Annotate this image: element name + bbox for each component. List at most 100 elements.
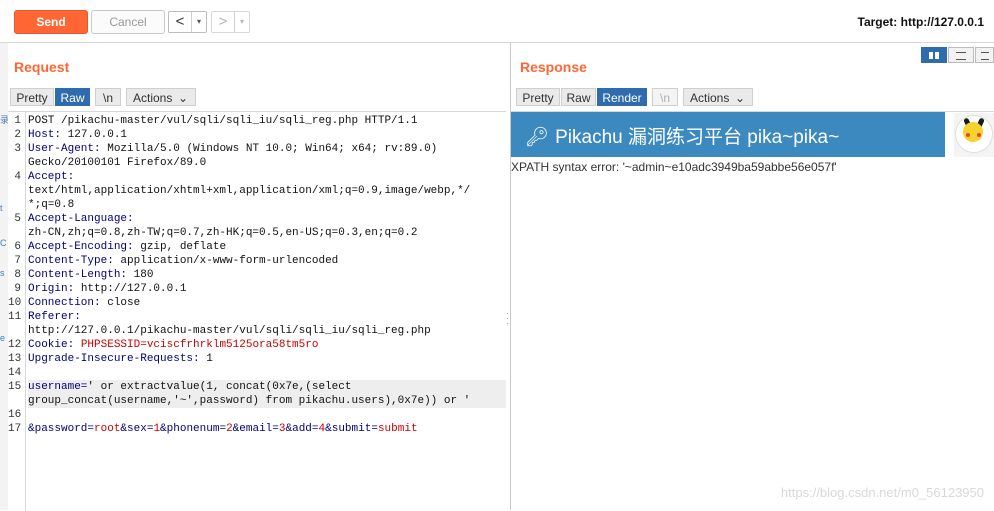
header-key: Origin:	[28, 283, 75, 295]
header-key: Connection:	[28, 297, 101, 309]
back-arrow-icon[interactable]: <	[169, 12, 191, 32]
code-line: &password=root&sex=1&phonenum=2&email=3&…	[28, 422, 506, 436]
line-number	[8, 226, 21, 240]
drag-handle-icon[interactable]: · · ·	[506, 310, 510, 328]
split-horizontal-glyph	[929, 52, 939, 59]
strip-glyph: e	[0, 333, 6, 343]
line-number: 12	[8, 339, 22, 351]
header-key: Referer:	[28, 311, 81, 323]
header-value: text/html,application/xhtml+xml,applicat…	[28, 185, 471, 197]
code-line: Cookie: PHPSESSID=vciscfrhrklm5125ora58t…	[28, 338, 506, 352]
request-actions-menu[interactable]: Actions ⌄	[126, 88, 196, 106]
code-line: group_concat(username,'~',password) from…	[28, 394, 506, 408]
response-actions-label: Actions	[690, 91, 730, 105]
line-number: 17	[8, 423, 22, 435]
header-value: Mozilla/5.0 (Windows NT 10.0; Win64; x64…	[100, 143, 438, 155]
request-tab-raw[interactable]: Raw	[55, 88, 90, 106]
request-tab-newline[interactable]: \n	[95, 88, 121, 106]
line-number: 16	[8, 409, 22, 421]
code-line: Accept-Language:	[28, 212, 506, 226]
header-value: http://127.0.0.1/pikachu-master/vul/sqli…	[28, 325, 431, 337]
param-value: submit	[377, 423, 418, 435]
strip-glyph: t	[0, 203, 3, 213]
back-history-group[interactable]: < ▾	[168, 11, 207, 33]
strip-glyph: C	[0, 238, 7, 248]
param-value: root	[94, 423, 121, 435]
header-value: 180	[127, 269, 154, 281]
line-number: 15	[8, 381, 22, 393]
code-line: Content-Type: application/x-www-form-url…	[28, 254, 506, 268]
line-number: 10	[8, 297, 22, 309]
response-tab-pretty[interactable]: Pretty	[516, 88, 560, 106]
response-title: Response	[520, 59, 587, 75]
code-line: Accept:	[28, 170, 506, 184]
header-value: group_concat(username,'~',password) from…	[28, 395, 471, 407]
code-line: http://127.0.0.1/pikachu-master/vul/sqli…	[28, 324, 506, 338]
avatar-cheek	[977, 133, 981, 137]
forward-arrow-icon[interactable]: >	[212, 12, 234, 32]
single-pane-icon[interactable]	[975, 47, 994, 63]
param-value: 3	[278, 423, 286, 435]
xpath-error-text: XPATH syntax error: '~admin~e10adc3949ba…	[511, 160, 837, 174]
line-number: 9	[14, 283, 21, 295]
send-button[interactable]: Send	[14, 10, 88, 34]
header-key: Accept-Encoding:	[28, 241, 134, 253]
header-key: Host:	[28, 129, 62, 141]
code-line: Accept-Encoding: gzip, deflate	[28, 240, 506, 254]
response-actions-menu[interactable]: Actions ⌄	[683, 88, 753, 106]
cancel-button[interactable]: Cancel	[91, 10, 165, 34]
line-gutter: 1 2 3 4 5 6 7 8 9 10 11 12 13 14 15 16 17	[8, 112, 26, 511]
header-key: Content-Type:	[28, 255, 114, 267]
forward-dropdown-icon[interactable]: ▾	[234, 12, 249, 32]
line-number: 3	[14, 143, 21, 155]
header-value: zh-CN,zh;q=0.8,zh-TW;q=0.7,zh-HK;q=0.5,e…	[28, 227, 418, 239]
request-code[interactable]: POST /pikachu-master/vul/sqli/sqli_iu/sq…	[28, 114, 506, 436]
split-horizontal-icon[interactable]	[921, 47, 947, 63]
code-line: Gecko/20100101 Firefox/89.0	[28, 156, 506, 170]
code-line: POST /pikachu-master/vul/sqli/sqli_iu/sq…	[28, 114, 506, 128]
header-value: ' or extractvalue(1, concat(0x7e,(select	[87, 381, 352, 393]
header-value: close	[100, 297, 141, 309]
param-name: &email=	[232, 423, 279, 435]
split-vertical-icon[interactable]	[948, 47, 974, 63]
single-pane-glyph	[980, 52, 989, 60]
strip-glyph: s	[0, 268, 5, 278]
response-tab-raw[interactable]: Raw	[561, 88, 596, 106]
param-value: 2	[226, 423, 233, 435]
key-icon: 🔑︎	[525, 127, 550, 148]
code-line: Host: 127.0.0.1	[28, 128, 506, 142]
request-tab-pretty[interactable]: Pretty	[10, 88, 54, 106]
forward-history-group[interactable]: > ▾	[211, 11, 250, 33]
line-number: 2	[14, 129, 21, 141]
response-tab-render[interactable]: Render	[597, 88, 647, 106]
header-key: Upgrade-Insecure-Requests:	[28, 353, 200, 365]
request-editor[interactable]: 1 2 3 4 5 6 7 8 9 10 11 12 13 14 15 16 17 POST /pikachu-…	[8, 111, 506, 511]
header-key: User-Agent:	[28, 143, 101, 155]
header-key: username=	[28, 381, 88, 393]
chevron-down-icon: ⌄	[177, 91, 188, 105]
param-name: &add=	[285, 423, 319, 435]
header-value: 1	[199, 353, 213, 365]
line-number: 4	[14, 171, 21, 183]
target-label[interactable]: Target: http://127.0.0.1	[858, 15, 984, 29]
line-number: 11	[8, 311, 22, 323]
left-clipped-strip: 录 t C s e	[0, 43, 9, 510]
header-key: POST /pikachu-master/vul/sqli/sqli_iu/sq…	[28, 115, 418, 127]
header-key: Accept:	[28, 171, 75, 183]
line-number	[8, 324, 21, 338]
chevron-down-icon: ⌄	[734, 91, 745, 105]
param-name: &phonenum=	[160, 423, 227, 435]
split-vertical-glyph	[956, 52, 966, 60]
back-dropdown-icon[interactable]: ▾	[191, 12, 206, 32]
pikachu-avatar-icon	[954, 113, 994, 157]
line-number: 6	[14, 241, 21, 253]
code-line: Referer:	[28, 310, 506, 324]
line-number	[8, 394, 21, 408]
header-value: Gecko/20100101 Firefox/89.0	[28, 157, 207, 169]
code-line: username=' or extractvalue(1, concat(0x7…	[28, 380, 506, 394]
header-value: PHPSESSID=vciscfrhrklm5125ora58tm5ro	[74, 339, 319, 351]
line-number: 13	[8, 353, 22, 365]
line-number: 5	[14, 213, 21, 225]
